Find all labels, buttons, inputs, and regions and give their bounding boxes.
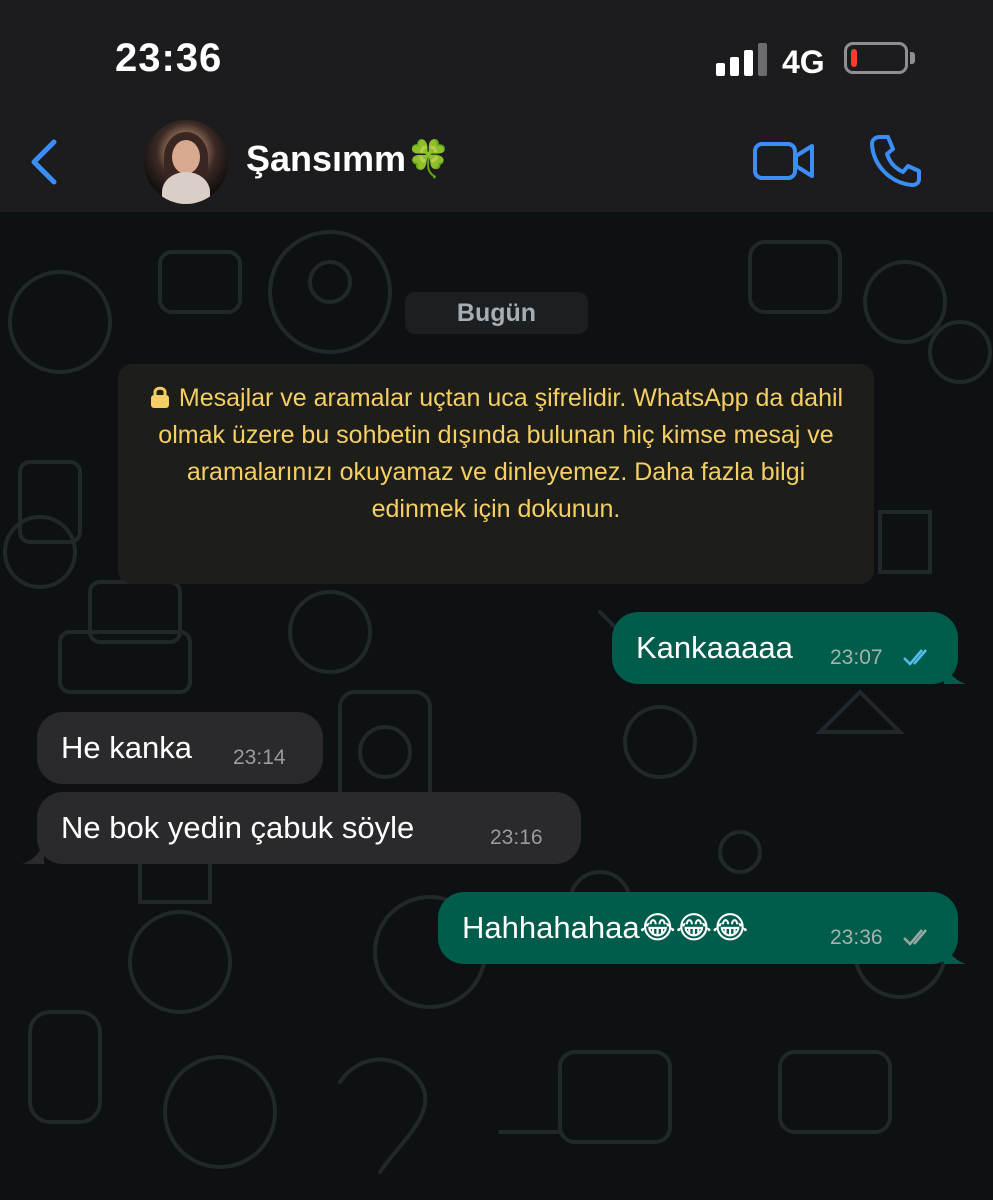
cellular-signal-icon — [716, 42, 768, 76]
message-bubble-outgoing[interactable]: Hahhahahaa😂😂😂 23:36 — [438, 892, 958, 964]
network-type: 4G — [782, 44, 825, 80]
chat-header: Şansımm🍀 — [0, 110, 993, 213]
message-time: 23:07 — [830, 646, 883, 669]
message-time: 23:16 — [490, 826, 543, 849]
message-time: 23:36 — [830, 926, 883, 949]
voice-call-button[interactable] — [868, 132, 922, 188]
contact-name[interactable]: Şansımm🍀 — [246, 138, 451, 180]
back-button[interactable] — [26, 134, 66, 190]
wallpaper-doodles — [3, 230, 992, 1174]
message-bubble-incoming[interactable]: He kanka 23:14 — [37, 712, 323, 784]
date-separator: Bugün — [405, 292, 588, 334]
message-text: Hahhahahaa😂😂😂 — [462, 910, 749, 945]
bubble-tail — [944, 942, 966, 964]
lock-icon — [150, 386, 169, 408]
status-time: 23:36 — [115, 36, 223, 80]
message-text: Kankaaaaa — [636, 630, 793, 665]
status-bar: 23:36 4G — [0, 0, 993, 110]
delivered-receipt-icon — [903, 929, 927, 946]
message-text: He kanka — [61, 730, 192, 765]
phone-icon — [870, 135, 921, 187]
read-receipt-icon — [903, 649, 927, 666]
encryption-notice[interactable]: Mesajlar ve aramalar uçtan uca şifrelidi… — [118, 364, 874, 584]
bubble-tail — [944, 662, 966, 684]
bubble-tail — [22, 842, 44, 864]
battery-cap — [910, 52, 915, 64]
video-call-button[interactable] — [752, 136, 816, 186]
encryption-notice-text: Mesajlar ve aramalar uçtan uca şifrelidi… — [158, 384, 844, 523]
battery-level — [851, 49, 857, 67]
message-bubble-incoming[interactable]: Ne bok yedin çabuk söyle 23:16 — [37, 792, 581, 864]
battery-icon — [844, 42, 908, 74]
whatsapp-chat-screen: 23:36 4G Şansımm🍀 Bugün Mesajlar ve aram… — [0, 0, 993, 1200]
video-camera-icon — [753, 142, 814, 180]
avatar[interactable] — [144, 120, 228, 204]
chevron-left-icon — [31, 139, 57, 185]
message-bubble-outgoing[interactable]: Kankaaaaa 23:07 — [612, 612, 958, 684]
message-text: Ne bok yedin çabuk söyle — [61, 810, 415, 845]
chat-area[interactable]: Bugün Mesajlar ve aramalar uçtan uca şif… — [0, 212, 993, 1200]
message-time: 23:14 — [233, 746, 286, 769]
